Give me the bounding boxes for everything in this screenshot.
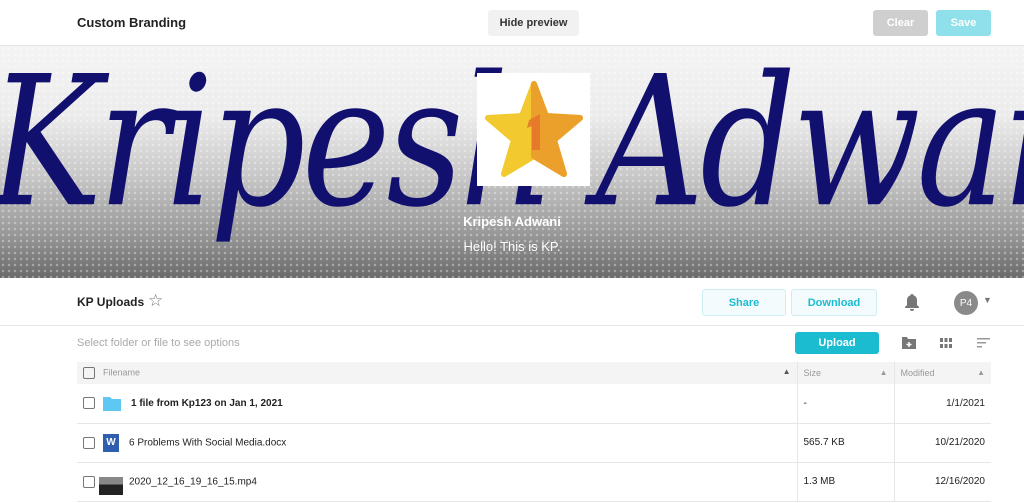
folder-title: KP Uploads bbox=[77, 295, 145, 309]
star-number-one-icon bbox=[484, 80, 583, 177]
video-thumbnail bbox=[99, 468, 123, 495]
table-row[interactable]: 1 file from Kp123 on Jan 1, 2021 - 1/1/2… bbox=[77, 384, 991, 424]
banner-name: Kripesh Adwani bbox=[463, 214, 561, 229]
selection-hint: Select folder or file to see options bbox=[77, 337, 240, 349]
file-size: 565.7 KB bbox=[797, 423, 895, 463]
sort-arrow-icon: ▲ bbox=[879, 368, 888, 377]
row-checkbox[interactable] bbox=[83, 436, 95, 449]
sort-arrow-icon: ▲ bbox=[977, 368, 985, 377]
new-folder-icon[interactable] bbox=[902, 336, 916, 349]
file-modified: 1/1/2021 bbox=[894, 384, 991, 424]
logo bbox=[477, 73, 590, 186]
file-table: Filename ▲ Size ▲ Modified ▲ 1 file from Kp… bbox=[77, 362, 991, 502]
bell-icon[interactable] bbox=[904, 293, 920, 311]
banner-description: Hello! This is KP. bbox=[463, 239, 561, 254]
share-button[interactable]: Share bbox=[702, 289, 786, 316]
upload-button[interactable]: Upload bbox=[795, 332, 879, 354]
column-filename[interactable]: Filename ▲ bbox=[77, 362, 798, 384]
grid-view-icon[interactable] bbox=[940, 338, 952, 348]
folder-icon bbox=[103, 396, 121, 411]
star-icon[interactable]: ☆ bbox=[148, 291, 163, 311]
column-modified[interactable]: Modified ▲ bbox=[894, 362, 991, 384]
top-bar: Custom Branding Hide preview Clear Save bbox=[0, 0, 1024, 46]
column-size[interactable]: Size ▲ bbox=[797, 362, 895, 384]
table-row[interactable]: 2020_12_16_19_16_15.mp4 1.3 MB 12/16/202… bbox=[77, 462, 991, 502]
file-size: - bbox=[797, 384, 895, 424]
chevron-down-icon[interactable]: ▼ bbox=[983, 295, 992, 305]
column-label: Size bbox=[803, 368, 822, 378]
download-button[interactable]: Download bbox=[791, 289, 877, 316]
avatar[interactable]: P4 bbox=[954, 291, 978, 315]
column-label: Modified bbox=[900, 368, 935, 378]
file-name[interactable]: 1 file from Kp123 on Jan 1, 2021 bbox=[131, 398, 283, 409]
file-name[interactable]: 6 Problems With Social Media.docx bbox=[129, 437, 286, 448]
column-label: Filename bbox=[103, 367, 141, 378]
select-all-checkbox[interactable] bbox=[83, 367, 95, 379]
hide-preview-button[interactable]: Hide preview bbox=[488, 10, 579, 36]
branding-banner: Kripesh Adwani Kripesh Adwani Hello! Thi… bbox=[0, 46, 1024, 278]
word-file-icon: W bbox=[103, 433, 119, 452]
clear-button[interactable]: Clear bbox=[873, 10, 928, 36]
folder-toolbar: KP Uploads ☆ Share Download P4 ▼ bbox=[0, 278, 1024, 326]
row-checkbox[interactable] bbox=[83, 397, 95, 410]
sort-arrow-icon: ▲ bbox=[782, 367, 791, 376]
file-modified: 10/21/2020 bbox=[894, 423, 991, 463]
table-row[interactable]: W 6 Problems With Social Media.docx 565.7… bbox=[77, 423, 991, 463]
file-modified: 12/16/2020 bbox=[894, 462, 991, 502]
file-name[interactable]: 2020_12_16_19_16_15.mp4 bbox=[129, 476, 257, 487]
sort-icon[interactable] bbox=[977, 338, 990, 348]
save-button[interactable]: Save bbox=[936, 10, 991, 36]
file-size: 1.3 MB bbox=[797, 462, 895, 502]
page-title: Custom Branding bbox=[77, 15, 187, 30]
row-checkbox[interactable] bbox=[83, 475, 95, 488]
